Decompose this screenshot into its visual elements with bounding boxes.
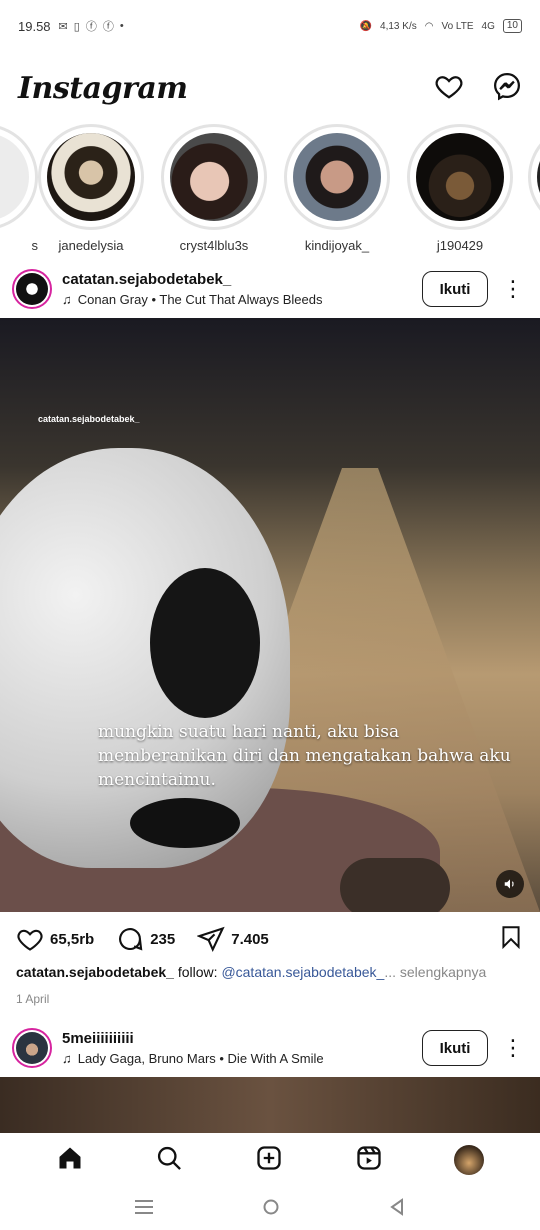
post-actions: 65,5rb 235 7.405 bbox=[0, 918, 540, 960]
post-avatar[interactable] bbox=[12, 1028, 52, 1068]
status-notification-icons: ✉ ▯ ⓕ ⓕ • bbox=[59, 18, 124, 34]
sound-toggle-icon[interactable] bbox=[496, 870, 524, 898]
post-music-label: Lady Gaga, Bruno Mars • Die With A Smile bbox=[77, 1051, 324, 1066]
comment-count: 235 bbox=[150, 930, 176, 948]
like-action[interactable]: 65,5rb bbox=[16, 925, 94, 953]
story-item[interactable] bbox=[526, 124, 540, 230]
recent-apps-icon[interactable] bbox=[134, 1199, 153, 1220]
status-time: 19.58 bbox=[18, 18, 51, 34]
status-bar: 19.58 ✉ ▯ ⓕ ⓕ • 🔕 4,13 K/s ◠ Vo LTE 4G 1… bbox=[0, 0, 540, 52]
story-username: kindijoyak_ bbox=[304, 238, 370, 253]
home-icon[interactable] bbox=[56, 1144, 84, 1177]
media-hand bbox=[340, 858, 450, 912]
wifi-icon: ◠ bbox=[424, 20, 434, 32]
story-username: j190429 bbox=[436, 238, 484, 253]
caption-username[interactable]: catatan.sejabodetabek_ bbox=[16, 964, 174, 980]
media-visor bbox=[150, 568, 260, 718]
back-icon[interactable] bbox=[389, 1197, 405, 1221]
story-avatar bbox=[47, 133, 135, 221]
battery-indicator: 10 bbox=[502, 19, 522, 33]
share-action[interactable]: 7.405 bbox=[197, 925, 269, 953]
story-item[interactable]: cryst4lblu3s bbox=[159, 124, 269, 253]
media-speedometer bbox=[130, 798, 240, 848]
like-count: 65,5rb bbox=[50, 930, 95, 948]
more-options-icon[interactable]: ⋮ bbox=[498, 278, 528, 300]
messenger-icon[interactable] bbox=[492, 71, 522, 106]
story-avatar bbox=[170, 133, 258, 221]
story-item[interactable]: s bbox=[0, 124, 40, 253]
post-media[interactable]: catatan.sejabodetabek_ mungkin suatu har… bbox=[0, 318, 540, 912]
post-music[interactable]: ♫ Conan Gray • The Cut That Always Bleed… bbox=[62, 292, 322, 307]
follow-button[interactable]: Ikuti bbox=[422, 271, 488, 307]
story-item[interactable]: j190429 bbox=[405, 124, 515, 253]
story-item[interactable]: kindijoyak_ bbox=[282, 124, 392, 253]
instagram-logo[interactable]: Instagram bbox=[18, 71, 188, 106]
system-navigation bbox=[0, 1188, 540, 1230]
app-header: Instagram bbox=[0, 60, 540, 116]
post-meta: catatan.sejabodetabek_ ♫ Conan Gray • Th… bbox=[62, 271, 322, 307]
profile-avatar[interactable] bbox=[454, 1145, 485, 1175]
reels-icon[interactable] bbox=[355, 1144, 383, 1177]
story-username: cryst4lblu3s bbox=[179, 238, 249, 253]
story-avatar bbox=[293, 133, 381, 221]
more-options-icon[interactable]: ⋮ bbox=[498, 1037, 528, 1059]
post-avatar[interactable] bbox=[12, 269, 52, 309]
mail-icon: ✉ bbox=[58, 20, 68, 33]
post-username[interactable]: catatan.sejabodetabek_ bbox=[62, 271, 322, 288]
caption-mention[interactable]: @catatan.sejabodetabek_ bbox=[221, 964, 384, 980]
heart-icon bbox=[17, 929, 43, 951]
post-header: 5meiiiiiiiiii ♫ Lady Gaga, Bruno Mars • … bbox=[0, 1019, 540, 1077]
facebook-icon-2: ⓕ bbox=[102, 21, 114, 33]
add-post-icon[interactable] bbox=[255, 1144, 283, 1177]
media-overlay-text: mungkin suatu hari nanti, aku bisa membe… bbox=[98, 722, 511, 790]
story-avatar bbox=[0, 133, 29, 221]
music-note-icon: ♫ bbox=[62, 1051, 72, 1066]
story-username: s bbox=[31, 238, 39, 253]
share-icon bbox=[197, 926, 225, 953]
post-music-label: Conan Gray • The Cut That Always Bleeds bbox=[77, 292, 323, 307]
comment-icon bbox=[119, 928, 143, 951]
post-username[interactable]: 5meiiiiiiiiii bbox=[62, 1030, 324, 1047]
net-speed: 4,13 K/s bbox=[380, 20, 417, 32]
mute-icon: 🔕 bbox=[359, 20, 373, 32]
dot-icon: • bbox=[119, 20, 124, 32]
post-header: catatan.sejabodetabek_ ♫ Conan Gray • Th… bbox=[0, 260, 540, 318]
story-username: janedelysia bbox=[58, 238, 124, 253]
bottom-navigation bbox=[0, 1133, 540, 1187]
signal-label: 4G bbox=[481, 20, 495, 32]
media-watermark: catatan.sejabodetabek_ bbox=[38, 414, 140, 424]
search-icon[interactable] bbox=[155, 1144, 183, 1177]
facebook-icon: ⓕ bbox=[85, 21, 97, 33]
heart-icon[interactable] bbox=[434, 71, 464, 106]
post-media[interactable] bbox=[0, 1077, 540, 1133]
share-count: 7.405 bbox=[231, 930, 269, 948]
music-note-icon: ♫ bbox=[62, 292, 72, 307]
file-icon: ▯ bbox=[73, 20, 80, 33]
post-date: 1 April bbox=[16, 992, 50, 1006]
bookmark-icon[interactable] bbox=[498, 924, 524, 955]
home-button-icon[interactable] bbox=[262, 1198, 280, 1221]
volte-label: Vo LTE bbox=[441, 20, 474, 32]
caption-text: follow: bbox=[173, 964, 222, 980]
story-item[interactable]: janedelysia bbox=[36, 124, 146, 253]
header-actions bbox=[434, 71, 522, 106]
caption-more-link[interactable]: ... selengkapnya bbox=[384, 964, 486, 980]
status-system-icons: 🔕 4,13 K/s ◠ Vo LTE 4G 10 bbox=[360, 19, 522, 33]
follow-button[interactable]: Ikuti bbox=[422, 1030, 488, 1066]
post-caption[interactable]: catatan.sejabodetabek_ follow: @catatan.… bbox=[16, 964, 526, 980]
post-meta: 5meiiiiiiiiii ♫ Lady Gaga, Bruno Mars • … bbox=[62, 1030, 324, 1066]
comment-action[interactable]: 235 bbox=[116, 925, 175, 953]
stories-tray: s janedelysia cryst4lblu3s kindijoyak_ j… bbox=[0, 118, 540, 258]
story-avatar bbox=[416, 133, 504, 221]
post-music[interactable]: ♫ Lady Gaga, Bruno Mars • Die With A Smi… bbox=[62, 1051, 324, 1066]
